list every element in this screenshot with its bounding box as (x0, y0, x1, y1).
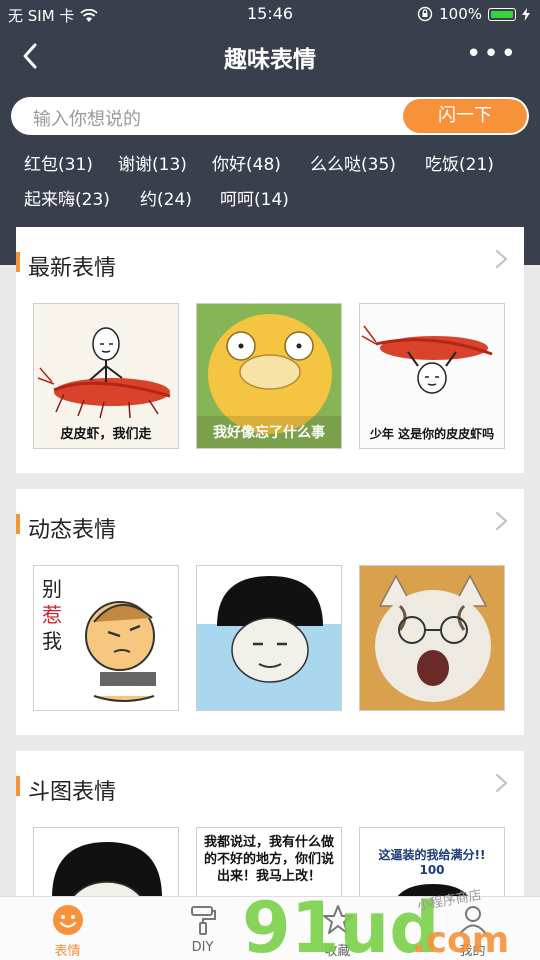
svg-text:我: 我 (42, 629, 62, 653)
search-input[interactable]: 输入你想说的 (33, 105, 141, 131)
tag-item[interactable]: 么么哒(35) (310, 150, 396, 175)
sticker-dont-mess[interactable]: 别 惹 我 (33, 565, 179, 711)
svg-text:别: 别 (42, 577, 62, 601)
tab-label: 我的 (459, 944, 486, 959)
more-icon[interactable]: ••• (466, 41, 518, 67)
section-title: 动态表情 (28, 518, 117, 543)
section-accent (16, 776, 20, 796)
tab-favorites[interactable]: 收藏 (270, 897, 405, 960)
orientation-lock-icon (417, 6, 433, 22)
bowl-cut-face-image (197, 576, 341, 710)
star-icon (322, 905, 353, 934)
battery-icon (488, 7, 516, 21)
chevron-right-icon[interactable] (492, 771, 510, 795)
sticker-cat-glasses[interactable] (359, 565, 505, 711)
angry-kid-image: 别 惹 我 (42, 577, 156, 702)
tab-label: 收藏 (324, 944, 351, 959)
tag-item[interactable]: 吃饭(21) (425, 150, 494, 175)
sticker-bowl-cut[interactable] (196, 565, 342, 711)
search-button[interactable]: 闪一下 (403, 99, 527, 133)
tag-item[interactable]: 约(24) (140, 185, 192, 210)
battery-percent: 100% (439, 5, 482, 23)
sticker-caption: 少年 这是你的皮皮虾吗 (369, 427, 495, 441)
tag-item[interactable]: 红包(31) (24, 150, 93, 175)
tag-item[interactable]: 起来嗨(23) (24, 185, 110, 210)
section-accent (16, 514, 20, 534)
sticker-shrimp-rider[interactable]: 皮皮虾，我们走 (33, 303, 179, 449)
nav-bar: 趣味表情 ••• (0, 28, 540, 86)
chevron-right-icon[interactable] (492, 247, 510, 271)
page-title: 趣味表情 (224, 47, 316, 73)
search-bar: 输入你想说的 闪一下 (11, 97, 529, 135)
tab-profile[interactable]: 我的 (405, 897, 540, 960)
tab-diy[interactable]: DIY (135, 897, 270, 960)
sticker-caption: 我好像忘了什么事 (213, 425, 325, 441)
tag-item[interactable]: 呵呵(14) (220, 185, 289, 210)
battery-area: 100% (417, 5, 530, 23)
svg-text:惹: 惹 (42, 603, 62, 627)
section-title: 最新表情 (28, 256, 117, 281)
tab-stickers[interactable]: 表情 (0, 897, 135, 960)
smiley-icon (52, 905, 83, 935)
sticker-shrimp-boy[interactable]: 少年 这是你的皮皮虾吗 (359, 303, 505, 449)
section-animated: 动态表情 别 惹 我 (16, 489, 524, 735)
sticker-caption: 我都说过，我有什么做的不好的地方，你们说出来！我马上改！ (203, 835, 334, 884)
sticker-caption: 皮皮虾，我们走 (60, 427, 152, 442)
tag-item[interactable]: 你好(48) (212, 150, 281, 175)
status-bar: 无 SIM 卡 15:46 100% (0, 0, 540, 28)
cat-glasses-image (360, 566, 504, 710)
tab-label: DIY (191, 940, 214, 955)
charging-icon (522, 7, 530, 21)
section-title: 斗图表情 (28, 780, 117, 805)
chevron-right-icon[interactable] (492, 509, 510, 533)
tab-label: 表情 (54, 944, 81, 959)
section-accent (16, 252, 20, 272)
person-icon (458, 906, 487, 935)
paint-roller-icon (190, 906, 216, 935)
section-latest: 最新表情 皮皮虾，我们走 我好像忘了什么事 少年 这是你的皮皮虾吗 (16, 227, 524, 473)
sticker-psyduck[interactable]: 我好像忘了什么事 (196, 303, 342, 449)
sticker-caption: 这逼装的我给满分!! 100 (378, 848, 486, 877)
tag-item[interactable]: 谢谢(13) (118, 150, 187, 175)
tab-bar: 表情 DIY 收藏 我的 (0, 896, 540, 960)
